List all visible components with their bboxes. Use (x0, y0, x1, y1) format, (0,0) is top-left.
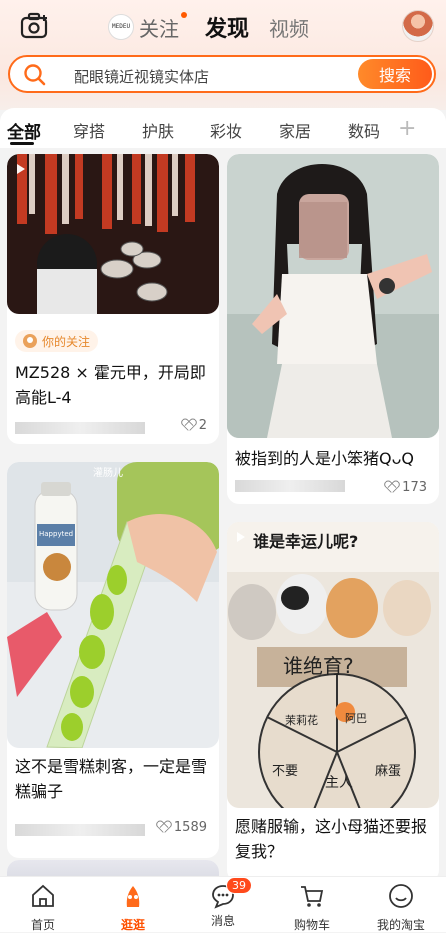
brand-logo[interactable]: MEDEU (108, 14, 134, 40)
card-image: 谁是幸运儿呢? 谁绝育? 茉莉花 阿巴 不要 主人 麻蛋 (227, 522, 439, 808)
search-button[interactable]: 搜索 (358, 59, 432, 89)
image-text-top: 谁是幸运儿呢? (253, 532, 359, 551)
feed-card-drummer[interactable]: 你的关注 MZ528 × 霍元甲，开局即高能L-4 2 (7, 154, 219, 444)
follow-tag: 你的关注 (15, 330, 99, 352)
user-icon (23, 334, 37, 348)
nav-home-label: 首页 (30, 918, 55, 932)
feed-card-icecream[interactable]: 灌肠儿 Happyted 这不是雪糕刺客，一定是雪糕骗子 1589 (7, 462, 219, 858)
nav-my-taobao[interactable]: 我的淘宝 (368, 883, 434, 933)
feed-card-partial[interactable] (7, 860, 219, 876)
nav-home[interactable]: 首页 (10, 883, 76, 933)
tab-discover[interactable]: 发现 (205, 11, 249, 43)
category-skincare[interactable]: 护肤 (142, 118, 174, 142)
cart-icon (301, 886, 324, 907)
bottom-nav: 首页 逛逛 39 消息 购物车 我的淘宝 (0, 876, 446, 932)
like-number: 2 (198, 418, 207, 433)
card-title: 愿赌服输，这小母猫还要报复我？ (235, 817, 428, 861)
card-image (7, 154, 219, 314)
notification-dot (181, 11, 187, 18)
top-header: MEDEU 关注 发现 视频 配眼镜近视镜实体店 搜索 (0, 0, 446, 110)
category-makeup[interactable]: 彩妆 (210, 118, 242, 142)
video-play-icon (17, 164, 25, 174)
wheel-label-3: 不要 (272, 764, 299, 779)
heart-icon (182, 419, 196, 432)
user-avatar[interactable] (402, 10, 434, 42)
nav-cart-label: 购物车 (293, 918, 330, 932)
like-number: 1589 (173, 820, 207, 835)
image-text-sign: 谁绝育? (283, 654, 354, 678)
card-title: 被指到的人是小笨猪QᴗQ (235, 449, 414, 468)
heart-icon (385, 481, 399, 494)
category-tabs: 全部 穿搭 护肤 彩妆 家居 数码 + (0, 108, 446, 148)
search-input[interactable]: 配眼镜近视镜实体店 (74, 66, 209, 87)
tab-follow-label: 关注 (139, 16, 179, 41)
search-icon (24, 64, 46, 86)
card-image: 灌肠儿 Happyted (7, 462, 219, 748)
heart-icon (157, 821, 171, 834)
search-bar[interactable]: 配眼镜近视镜实体店 搜索 (8, 55, 436, 93)
like-count[interactable]: 2 (182, 418, 207, 433)
like-count[interactable]: 173 (385, 480, 427, 495)
content-feed: 你的关注 MZ528 × 霍元甲，开局即高能L-4 2 灌肠儿 Happyted… (0, 148, 446, 876)
wheel-label-4: 主人 (325, 775, 353, 791)
nav-messages-label: 消息 (210, 914, 235, 928)
category-digital[interactable]: 数码 (348, 118, 380, 142)
author-blurred (15, 422, 145, 434)
tab-video[interactable]: 视频 (269, 13, 309, 42)
category-home[interactable]: 家居 (279, 118, 311, 142)
browse-icon (126, 886, 140, 907)
nav-browse[interactable]: 逛逛 (100, 883, 166, 933)
wheel-label-5: 麻蛋 (375, 764, 402, 779)
category-outfit[interactable]: 穿搭 (73, 118, 105, 142)
follow-tag-label: 你的关注 (42, 334, 91, 349)
nav-browse-label: 逛逛 (120, 918, 145, 932)
card-title: 这不是雪糕刺客，一定是雪糕骗子 (15, 757, 208, 801)
like-count[interactable]: 1589 (157, 820, 207, 835)
nav-my-taobao-label: 我的淘宝 (376, 918, 425, 932)
camera-icon[interactable] (20, 12, 50, 40)
wheel-label-2: 阿巴 (345, 712, 367, 725)
card-title: MZ528 × 霍元甲，开局即高能L-4 (15, 363, 206, 407)
add-category-icon[interactable]: + (398, 116, 416, 141)
message-badge: 39 (226, 877, 252, 894)
tab-follow[interactable]: 关注 (139, 11, 187, 42)
feed-card-cats[interactable]: 谁是幸运儿呢? 谁绝育? 茉莉花 阿巴 不要 主人 麻蛋 愿赌服输，这小母猫还要… (227, 522, 439, 876)
like-number: 173 (402, 480, 427, 495)
video-play-icon (237, 532, 245, 542)
image-text-top: 灌肠儿 (93, 468, 123, 479)
card-image (227, 154, 439, 438)
nav-cart[interactable]: 购物车 (279, 883, 345, 933)
author-blurred (15, 824, 145, 836)
smile-icon (389, 884, 413, 908)
author-blurred (235, 480, 345, 492)
messages-icon-wrap: 39 (210, 877, 252, 909)
wheel-label-1: 茉莉花 (285, 714, 318, 727)
image-text-bottle: Happyted (39, 530, 74, 538)
active-indicator (10, 142, 34, 145)
feed-card-girl[interactable]: 被指到的人是小笨猪QᴗQ 173 (227, 154, 439, 504)
nav-messages[interactable]: 39 消息 (190, 877, 256, 929)
home-icon (32, 884, 54, 907)
category-all[interactable]: 全部 (7, 118, 41, 143)
header-tabs: MEDEU 关注 发现 视频 (108, 11, 309, 43)
